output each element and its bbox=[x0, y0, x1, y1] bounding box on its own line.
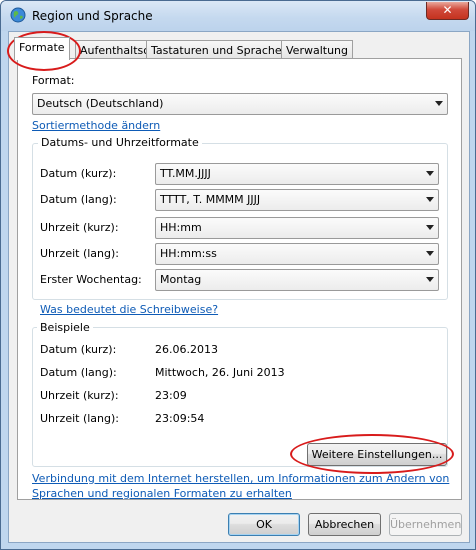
format-label: Format: bbox=[32, 74, 75, 87]
example-uhrzeit-kurz-label: Uhrzeit (kurz): bbox=[40, 389, 119, 402]
uhrzeit-lang-label: Uhrzeit (lang): bbox=[40, 247, 119, 260]
chevron-down-icon bbox=[426, 277, 434, 282]
datetime-group-title: Datums- und Uhrzeitformate bbox=[38, 136, 202, 149]
first-weekday-dropdown[interactable]: Montag bbox=[155, 269, 439, 291]
chevron-down-icon bbox=[426, 171, 434, 176]
sort-method-link[interactable]: Sortiermethode ändern bbox=[32, 119, 160, 132]
tab-formate[interactable]: Formate bbox=[14, 37, 70, 60]
datum-lang-label: Datum (lang): bbox=[40, 193, 117, 206]
window-title: Region und Sprache bbox=[32, 9, 153, 23]
apply-button[interactable]: Übernehmen bbox=[389, 513, 462, 536]
globe-icon bbox=[10, 7, 26, 23]
uhrzeit-kurz-value: HH:mm bbox=[160, 221, 202, 234]
uhrzeit-lang-dropdown[interactable]: HH:mm:ss bbox=[155, 243, 439, 265]
title-bar[interactable]: Region und Sprache ✕ bbox=[1, 1, 475, 31]
more-settings-button[interactable]: Weitere Einstellungen... bbox=[307, 443, 447, 466]
internet-info-link[interactable]: Verbindung mit dem Internet herstellen, … bbox=[32, 471, 450, 501]
example-uhrzeit-lang-value: 23:09:54 bbox=[155, 412, 205, 425]
datum-kurz-value: TT.MM.JJJJ bbox=[160, 167, 211, 180]
ok-button[interactable]: OK bbox=[228, 513, 300, 536]
datum-kurz-label: Datum (kurz): bbox=[40, 167, 117, 180]
uhrzeit-kurz-label: Uhrzeit (kurz): bbox=[40, 221, 119, 234]
region-dialog-window: Region und Sprache ✕ Formate Aufenthalts… bbox=[0, 0, 476, 550]
example-uhrzeit-lang-label: Uhrzeit (lang): bbox=[40, 412, 119, 425]
tab-tastaturen[interactable]: Tastaturen und Sprachen bbox=[146, 40, 294, 60]
datum-kurz-dropdown[interactable]: TT.MM.JJJJ bbox=[155, 163, 439, 185]
chevron-down-icon bbox=[426, 197, 434, 202]
tab-verwaltung[interactable]: Verwaltung bbox=[281, 40, 353, 60]
close-button[interactable]: ✕ bbox=[426, 2, 469, 20]
uhrzeit-lang-value: HH:mm:ss bbox=[160, 247, 217, 260]
format-dropdown[interactable]: Deutsch (Deutschland) bbox=[32, 93, 448, 115]
example-uhrzeit-kurz-value: 23:09 bbox=[155, 389, 187, 402]
chevron-down-icon bbox=[435, 101, 443, 106]
notation-help-link[interactable]: Was bedeutet die Schreibweise? bbox=[40, 303, 218, 316]
example-datum-lang-label: Datum (lang): bbox=[40, 366, 117, 379]
chevron-down-icon bbox=[426, 225, 434, 230]
format-dropdown-value: Deutsch (Deutschland) bbox=[37, 97, 164, 110]
cancel-button[interactable]: Abbrechen bbox=[308, 513, 381, 536]
chevron-down-icon bbox=[426, 251, 434, 256]
dialog-client-area: Formate Aufenthaltsort Tastaturen und Sp… bbox=[8, 31, 470, 543]
first-weekday-value: Montag bbox=[160, 273, 202, 286]
datum-lang-value: TTTT, T. MMMM JJJJ bbox=[160, 193, 261, 206]
examples-title-bg: Beispiele bbox=[37, 321, 93, 334]
datum-lang-dropdown[interactable]: TTTT, T. MMMM JJJJ bbox=[155, 189, 439, 211]
formate-panel: Format: Deutsch (Deutschland) Sortiermet… bbox=[17, 58, 462, 500]
first-weekday-label: Erster Wochentag: bbox=[40, 273, 142, 286]
uhrzeit-kurz-dropdown[interactable]: HH:mm bbox=[155, 217, 439, 239]
example-datum-kurz-value: 26.06.2013 bbox=[155, 343, 218, 356]
example-datum-kurz-label: Datum (kurz): bbox=[40, 343, 117, 356]
example-datum-lang-value: Mittwoch, 26. Juni 2013 bbox=[155, 366, 285, 379]
